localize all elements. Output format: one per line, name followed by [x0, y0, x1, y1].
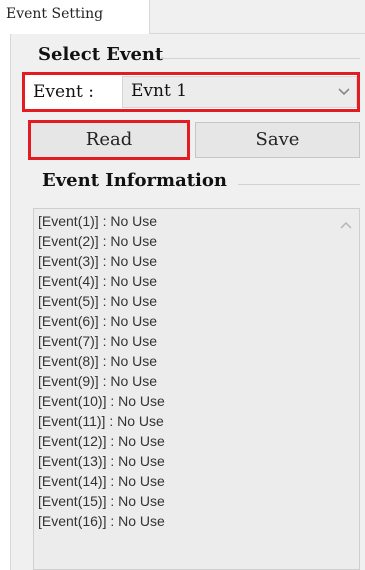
chevron-down-icon: [336, 83, 352, 99]
list-item: [Event(16)] : No Use: [38, 513, 165, 529]
list-item: [Event(12)] : No Use: [38, 433, 165, 449]
read-button[interactable]: Read: [28, 120, 190, 160]
event-information-title: Event Information: [38, 170, 231, 191]
chevron-up-icon[interactable]: [339, 219, 353, 233]
event-select-value: Evnt 1: [131, 81, 188, 101]
list-item: [Event(2)] : No Use: [38, 233, 158, 249]
list-item: [Event(9)] : No Use: [38, 373, 158, 389]
list-item: [Event(6)] : No Use: [38, 313, 158, 329]
event-select[interactable]: Evnt 1: [122, 76, 357, 108]
list-item: [Event(13)] : No Use: [38, 453, 165, 469]
tab-event-setting[interactable]: Event Setting: [0, 0, 150, 34]
select-event-title: Select Event: [34, 44, 168, 65]
list-item: [Event(7)] : No Use: [38, 333, 158, 349]
event-label: Event :: [33, 82, 94, 102]
tab-event-setting-label: Event Setting: [6, 6, 104, 22]
list-item: [Event(14)] : No Use: [38, 473, 165, 489]
list-item: [Event(1)] : No Use: [38, 213, 158, 229]
event-information-list[interactable]: [Event(1)] : No Use [Event(2)] : No Use …: [33, 208, 360, 570]
list-item: [Event(8)] : No Use: [38, 353, 158, 369]
list-item: [Event(3)] : No Use: [38, 253, 158, 269]
list-item: [Event(5)] : No Use: [38, 293, 158, 309]
list-item: [Event(4)] : No Use: [38, 273, 158, 289]
event-selector-row: Event : Evnt 1: [22, 72, 360, 112]
select-event-title-rule: [160, 58, 360, 59]
tab-strip-filler: [150, 0, 365, 34]
list-item: [Event(11)] : No Use: [38, 413, 164, 429]
tab-strip: Event Setting: [0, 0, 365, 34]
event-information-title-rule: [238, 184, 360, 185]
save-button[interactable]: Save: [195, 122, 360, 158]
list-item: [Event(15)] : No Use: [38, 493, 165, 509]
list-item: [Event(10)] : No Use: [38, 393, 165, 409]
